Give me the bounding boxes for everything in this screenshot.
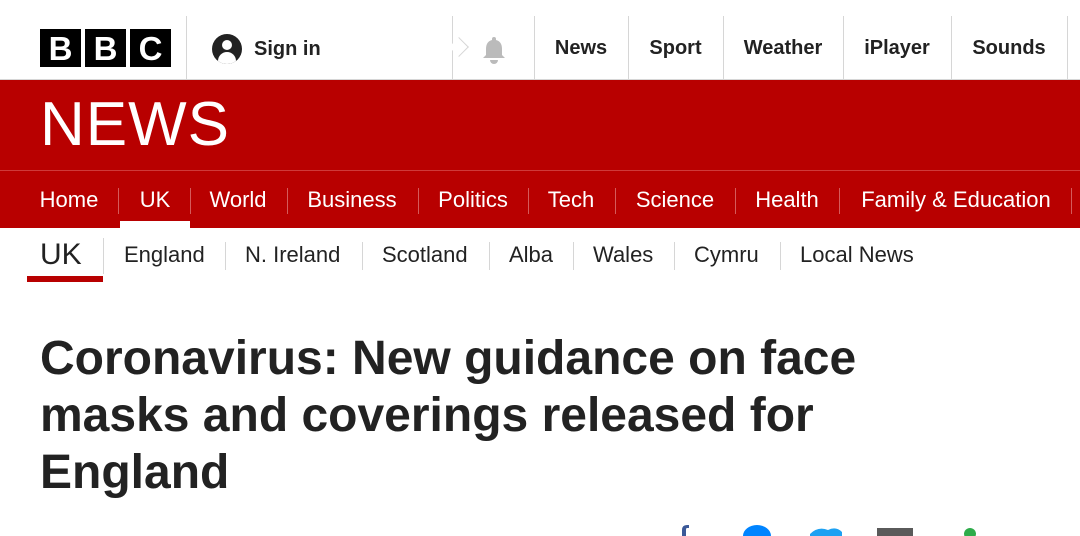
nav-science[interactable]: Science [624,171,726,229]
subnav-separator [362,242,363,270]
section-active-indicator [27,276,103,282]
news-banner: NEWS [0,80,1080,170]
nav-separator [287,188,288,214]
nav-separator [528,188,529,214]
divider [1067,16,1068,80]
bbc-logo[interactable]: B B C [40,29,171,67]
messenger-icon[interactable] [742,524,772,536]
topnav-sounds[interactable]: Sounds [951,16,1067,80]
subnav-separator [573,242,574,270]
sign-in-link[interactable]: Sign in [212,33,321,65]
subnav-local-news[interactable]: Local News [800,242,914,268]
nav-family-education[interactable]: Family & Education [850,171,1062,229]
top-bar: B B C Sign in News Sport Weather iPlayer… [0,0,1080,80]
email-icon[interactable] [876,524,914,536]
subnav-wales[interactable]: Wales [593,242,653,268]
subnav-cymru[interactable]: Cymru [694,242,759,268]
nav-politics[interactable]: Politics [428,171,518,229]
logo-letter-b1: B [40,29,81,67]
divider [186,16,187,80]
subnav-separator [780,242,781,270]
nav-separator [615,188,616,214]
nav-tech[interactable]: Tech [536,171,606,229]
nav-separator [839,188,840,214]
subnav-separator [674,242,675,270]
nav-health[interactable]: Health [744,171,830,229]
sub-nav: UK England N. Ireland Scotland Alba Wale… [0,228,1080,288]
news-wordmark[interactable]: NEWS [40,94,230,156]
subnav-scotland[interactable]: Scotland [382,242,468,268]
nav-separator [1071,188,1072,214]
user-icon [212,34,242,64]
bell-icon[interactable] [480,35,508,65]
nav-separator [118,188,119,214]
subnav-separator [225,242,226,270]
nav-separator [735,188,736,214]
nav-separator [190,188,191,214]
topnav-sport[interactable]: Sport [628,16,723,80]
topnav-news[interactable]: News [534,16,628,80]
nav-home[interactable]: Home [30,171,108,229]
logo-letter-b2: B [85,29,126,67]
subnav-alba[interactable]: Alba [509,242,553,268]
main-nav: Home UK World Business Politics Tech Sci… [0,170,1080,229]
nav-business[interactable]: Business [296,171,408,229]
subnav-separator [489,242,490,270]
nav-world[interactable]: World [196,171,280,229]
subnav-england[interactable]: England [124,242,205,268]
facebook-icon[interactable] [676,524,692,536]
nav-separator [418,188,419,214]
share-icon[interactable] [960,524,980,536]
twitter-icon[interactable] [808,524,844,536]
sign-in-label: Sign in [254,37,321,60]
section-title-uk[interactable]: UK [40,238,82,272]
subnav-n-ireland[interactable]: N. Ireland [245,242,340,268]
topnav-weather[interactable]: Weather [723,16,843,80]
article-headline: Coronavirus: New guidance on face masks … [40,332,857,499]
logo-letter-c: C [130,29,171,67]
topnav-iplayer[interactable]: iPlayer [843,16,951,80]
divider [103,238,104,274]
